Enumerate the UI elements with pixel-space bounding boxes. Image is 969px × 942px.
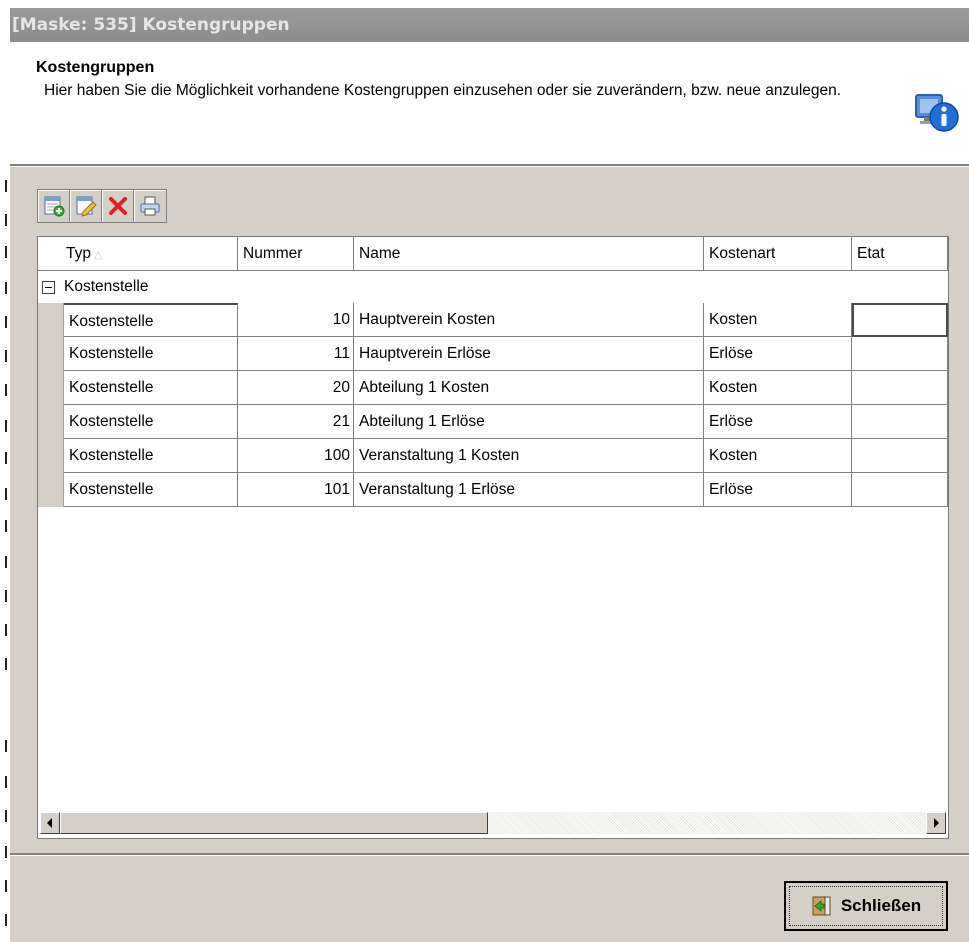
delete-icon [109, 197, 127, 215]
cell-kostenart[interactable]: Erlöse [704, 337, 852, 371]
table-row[interactable]: Kostenstelle 11 Hauptverein Erlöse Erlös… [64, 337, 948, 371]
cell-typ[interactable]: Kostenstelle [64, 439, 238, 473]
cell-typ[interactable]: Kostenstelle [64, 303, 238, 337]
column-header-nummer[interactable]: Nummer [238, 237, 354, 271]
column-header-typ[interactable]: Typ △ [38, 237, 238, 271]
scroll-right-button[interactable] [926, 812, 946, 834]
cell-kostenart[interactable]: Erlöse [704, 405, 852, 439]
close-button[interactable]: Schließen [784, 881, 948, 931]
cell-nummer[interactable]: 20 [238, 371, 354, 405]
edit-icon [76, 196, 97, 217]
cell-kostenart[interactable]: Kosten [704, 371, 852, 405]
cell-typ[interactable]: Kostenstelle [64, 337, 238, 371]
cell-etat[interactable] [852, 303, 948, 337]
cell-nummer[interactable]: 21 [238, 405, 354, 439]
grid-rows: Kostenstelle 10 Hauptverein Kosten Koste… [64, 303, 948, 507]
scroll-left-button[interactable] [40, 812, 60, 834]
cell-etat[interactable] [852, 371, 948, 405]
column-header-etat[interactable]: Etat [852, 237, 948, 271]
cell-name[interactable]: Abteilung 1 Erlöse [354, 405, 704, 439]
cell-typ[interactable]: Kostenstelle [64, 405, 238, 439]
header-separator [10, 164, 969, 167]
cell-kostenart[interactable]: Kosten [704, 439, 852, 473]
sort-ascending-icon: △ [93, 249, 103, 261]
column-header-name[interactable]: Name [354, 237, 704, 271]
cell-kostenart[interactable]: Erlöse [704, 473, 852, 507]
cell-name[interactable]: Hauptverein Kosten [354, 303, 704, 337]
arrow-right-icon [934, 818, 939, 828]
delete-button[interactable] [101, 189, 135, 223]
window-title[interactable]: [Maske: 535] Kostengruppen [10, 8, 969, 42]
grid-header: Typ △ Nummer Name Kostenart Etat [38, 237, 948, 271]
scrollbar-track[interactable] [488, 812, 926, 834]
table-row[interactable]: Kostenstelle 20 Abteilung 1 Kosten Koste… [64, 371, 948, 405]
table-row[interactable]: Kostenstelle 101 Veranstaltung 1 Erlöse … [64, 473, 948, 507]
row-indent [38, 303, 64, 507]
cell-name[interactable]: Hauptverein Erlöse [354, 337, 704, 371]
cell-etat[interactable] [852, 405, 948, 439]
edit-button[interactable] [69, 189, 103, 223]
collapse-icon[interactable] [42, 280, 55, 294]
cell-nummer[interactable]: 11 [238, 337, 354, 371]
header-description: Hier haben Sie die Möglichkeit vorhanden… [44, 82, 842, 99]
group-row[interactable]: Kostenstelle [38, 271, 948, 303]
cell-name[interactable]: Veranstaltung 1 Erlöse [354, 473, 704, 507]
table-row[interactable]: Kostenstelle 100 Veranstaltung 1 Kosten … [64, 439, 948, 473]
toolbar [37, 189, 167, 223]
header-title: Kostengruppen [36, 59, 155, 76]
info-icon [913, 87, 961, 135]
cell-name[interactable]: Veranstaltung 1 Kosten [354, 439, 704, 473]
print-button[interactable] [133, 189, 167, 223]
left-edge-strip [0, 0, 10, 942]
column-header-kostenart[interactable]: Kostenart [704, 237, 852, 271]
cell-typ[interactable]: Kostenstelle [64, 371, 238, 405]
cell-etat[interactable] [852, 337, 948, 371]
scrollbar-thumb[interactable] [60, 812, 488, 834]
dialog-window: [Maske: 535] Kostengruppen Kostengruppen… [10, 8, 969, 942]
cell-etat[interactable] [852, 473, 948, 507]
arrow-left-icon [47, 818, 52, 828]
cell-nummer[interactable]: 101 [238, 473, 354, 507]
cell-nummer[interactable]: 100 [238, 439, 354, 473]
cell-name[interactable]: Abteilung 1 Kosten [354, 371, 704, 405]
table-row[interactable]: Kostenstelle 10 Hauptverein Kosten Koste… [64, 303, 948, 337]
horizontal-scrollbar[interactable] [40, 812, 946, 834]
group-label: Kostenstelle [64, 278, 149, 295]
add-button[interactable] [37, 189, 71, 223]
table-row[interactable]: Kostenstelle 21 Abteilung 1 Erlöse Erlös… [64, 405, 948, 439]
cell-kostenart[interactable]: Kosten [704, 303, 852, 337]
cost-groups-grid[interactable]: Typ △ Nummer Name Kostenart Etat Kostenst… [37, 236, 949, 839]
cell-nummer[interactable]: 10 [238, 303, 354, 337]
cell-etat[interactable] [852, 439, 948, 473]
dialog-header: Kostengruppen Hier haben Sie die Möglich… [10, 42, 969, 164]
cell-typ[interactable]: Kostenstelle [64, 473, 238, 507]
footer-separator [10, 853, 969, 856]
print-icon [140, 196, 160, 216]
add-icon [44, 196, 65, 217]
